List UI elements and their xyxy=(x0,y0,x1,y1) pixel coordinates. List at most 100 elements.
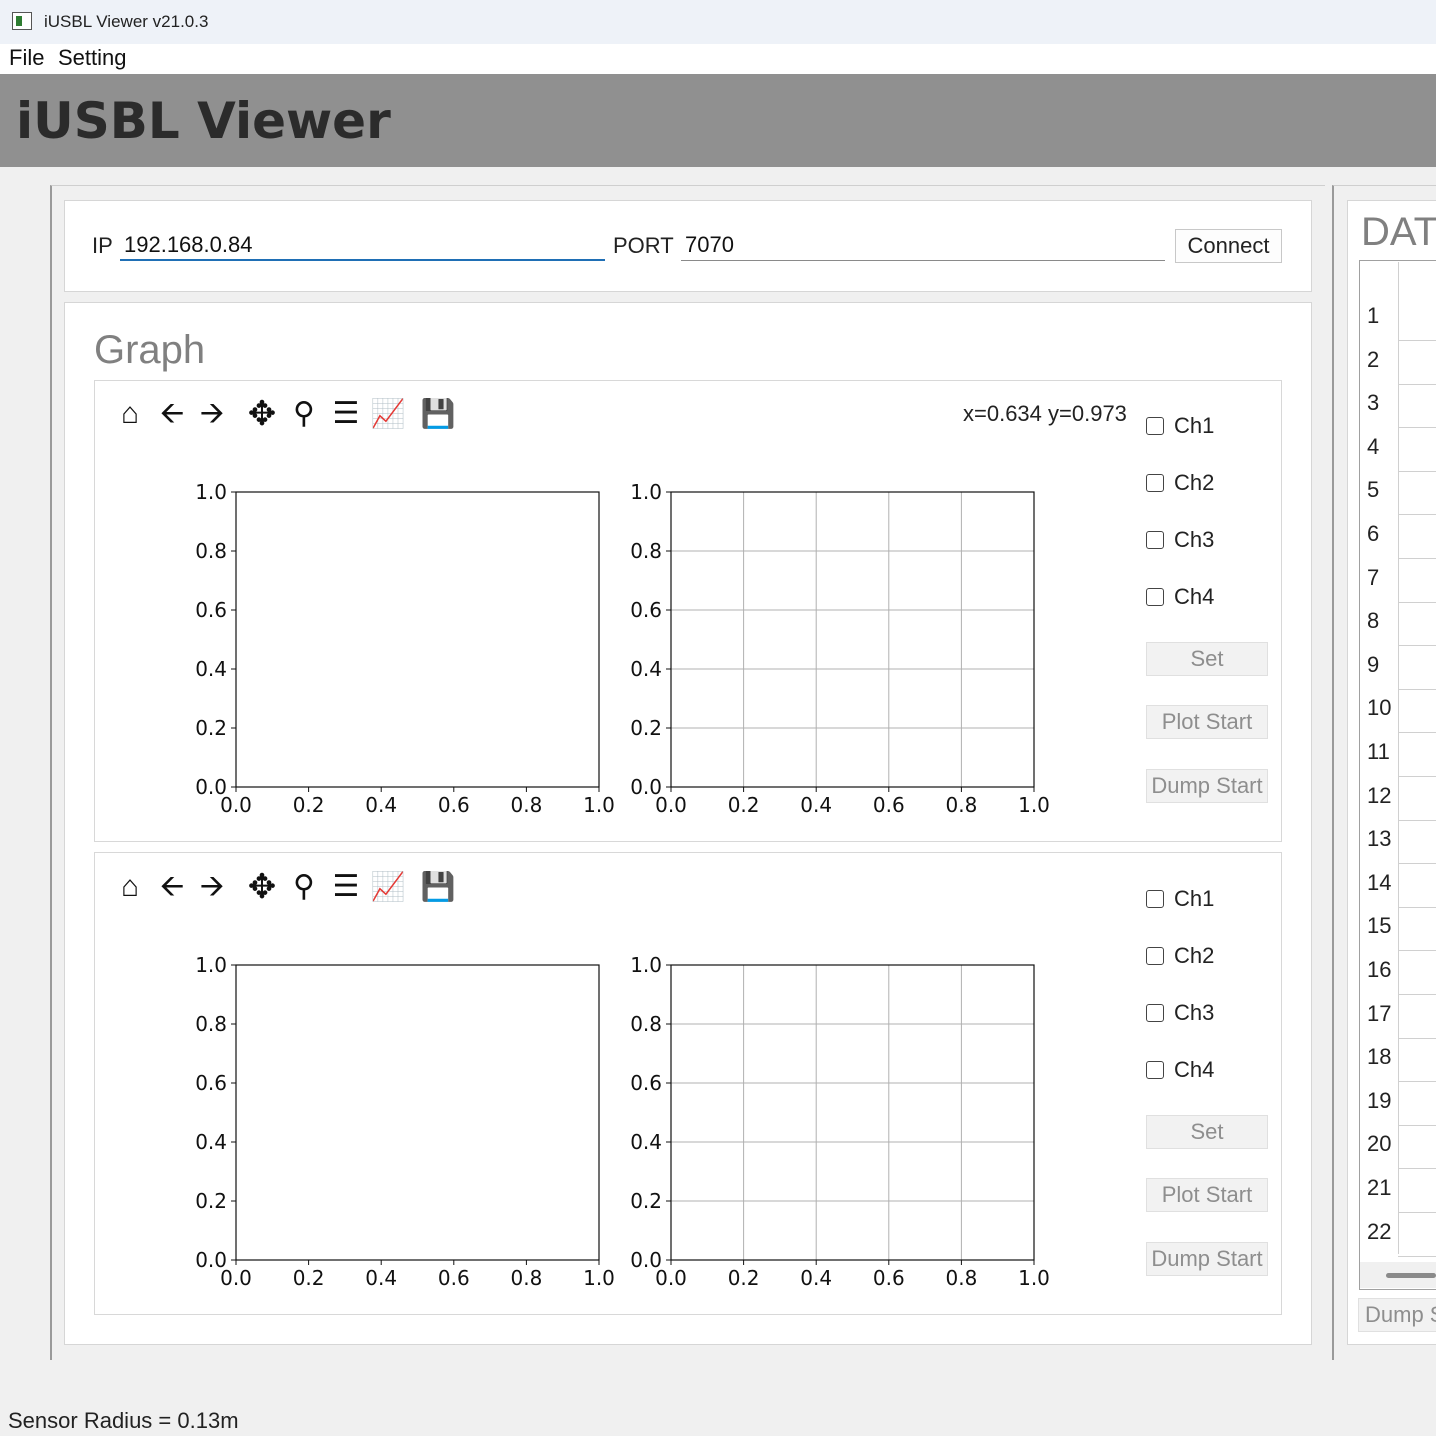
dump-start-button[interactable]: Dump Start xyxy=(1146,1242,1268,1276)
table-row[interactable] xyxy=(1398,732,1436,734)
menu-setting[interactable]: Setting xyxy=(58,45,127,71)
plot-start-button[interactable]: Plot Start xyxy=(1146,705,1268,739)
table-row[interactable] xyxy=(1398,558,1436,559)
table-row-header[interactable]: 16 xyxy=(1367,957,1391,983)
y-tick-label: 0.8 xyxy=(195,1012,227,1036)
table-row[interactable] xyxy=(1398,383,1436,385)
table-row[interactable] xyxy=(1398,1037,1436,1039)
home-icon[interactable]: ⌂ xyxy=(112,869,148,905)
edit-axis-icon[interactable]: 📈 xyxy=(370,396,406,432)
plot-lower-left[interactable]: 0.0 0.2 0.4 0.6 0.8 1.00.00.20.40.60.81.0 xyxy=(180,943,620,1293)
save-icon[interactable]: 💾 xyxy=(420,396,456,432)
menu-file[interactable]: File xyxy=(9,45,44,71)
home-icon[interactable]: ⌂ xyxy=(112,396,148,432)
port-input[interactable]: 7070 xyxy=(681,230,1165,261)
table-row-header[interactable]: 1 xyxy=(1367,303,1379,329)
table-row[interactable] xyxy=(1398,1081,1436,1083)
checkbox-box[interactable] xyxy=(1146,947,1164,965)
table-row[interactable] xyxy=(1398,645,1436,647)
table-row[interactable] xyxy=(1398,470,1436,472)
table-row-header[interactable]: 18 xyxy=(1367,1044,1391,1070)
edit-axis-icon[interactable]: 📈 xyxy=(370,869,406,905)
ip-input[interactable]: 192.168.0.84 xyxy=(120,230,605,261)
table-row-header[interactable]: 21 xyxy=(1367,1175,1391,1201)
checkbox-box[interactable] xyxy=(1146,1004,1164,1022)
plot-area[interactable] xyxy=(671,965,1034,1260)
plot-area[interactable] xyxy=(236,492,599,787)
table-row-header[interactable]: 15 xyxy=(1367,913,1391,939)
checkbox-box[interactable] xyxy=(1146,1061,1164,1079)
y-tick-label: 0.0 xyxy=(195,1248,227,1272)
back-arrow-icon[interactable]: 🡨 xyxy=(154,869,190,905)
plot-upper-left[interactable]: 0.0 0.2 0.4 0.6 0.8 1.00.00.20.40.60.81.0 xyxy=(180,470,620,820)
table-row[interactable] xyxy=(1398,514,1436,516)
dump-start-button[interactable]: Dump Start xyxy=(1146,769,1268,803)
back-arrow-icon[interactable]: 🡨 xyxy=(154,396,190,432)
table-row-header[interactable]: 10 xyxy=(1367,695,1391,721)
table-row[interactable] xyxy=(1398,776,1436,777)
pan-icon[interactable]: ✥ xyxy=(244,869,280,905)
configure-icon[interactable]: ☰ xyxy=(328,396,364,432)
checkbox-label: Ch1 xyxy=(1174,413,1215,438)
y-tick-label: 0.2 xyxy=(630,1189,662,1213)
table-row[interactable] xyxy=(1398,601,1436,603)
table-row-header[interactable]: 17 xyxy=(1367,1001,1391,1027)
table-row-header[interactable]: 22 xyxy=(1367,1219,1391,1245)
set-button[interactable]: Set xyxy=(1146,1115,1268,1149)
table-row[interactable] xyxy=(1398,688,1436,690)
x-tick-label: 0.4 xyxy=(365,793,397,817)
connect-button[interactable]: Connect xyxy=(1175,229,1282,263)
data-dump-button[interactable]: Dump S xyxy=(1358,1298,1436,1332)
plot-area[interactable] xyxy=(236,965,599,1260)
y-tick-label: 0.6 xyxy=(195,1071,227,1095)
checkbox-box[interactable] xyxy=(1146,588,1164,606)
table-row-header[interactable]: 7 xyxy=(1367,565,1379,591)
plot-start-button[interactable]: Plot Start xyxy=(1146,1178,1268,1212)
table-row[interactable] xyxy=(1398,1255,1436,1257)
table-row[interactable] xyxy=(1398,950,1436,952)
table-row-header[interactable]: 8 xyxy=(1367,608,1379,634)
zoom-icon[interactable]: ⚲ xyxy=(286,396,322,432)
table-row-header[interactable]: 6 xyxy=(1367,521,1379,547)
table-row[interactable] xyxy=(1398,906,1436,908)
table-row[interactable] xyxy=(1398,427,1436,429)
table-row-header[interactable]: 11 xyxy=(1367,739,1390,765)
table-row[interactable] xyxy=(1398,1124,1436,1126)
x-tick-label: 0.4 xyxy=(800,793,832,817)
forward-arrow-icon[interactable]: 🡪 xyxy=(194,869,230,905)
table-row-header[interactable]: 9 xyxy=(1367,652,1379,678)
set-button[interactable]: Set xyxy=(1146,642,1268,676)
app-banner-title: iUSBL Viewer xyxy=(16,92,391,150)
save-icon[interactable]: 💾 xyxy=(420,869,456,905)
table-row-header[interactable]: 14 xyxy=(1367,870,1391,896)
configure-icon[interactable]: ☰ xyxy=(328,869,364,905)
checkbox-box[interactable] xyxy=(1146,531,1164,549)
pan-icon[interactable]: ✥ xyxy=(244,396,280,432)
table-row-header[interactable]: 2 xyxy=(1367,347,1379,373)
checkbox-box[interactable] xyxy=(1146,417,1164,435)
plot-area[interactable] xyxy=(671,492,1034,787)
x-tick-label: 0.2 xyxy=(728,793,760,817)
checkbox-box[interactable] xyxy=(1146,890,1164,908)
table-row[interactable] xyxy=(1398,340,1436,341)
scrollbar-thumb[interactable] xyxy=(1386,1273,1436,1278)
table-row[interactable] xyxy=(1398,1212,1436,1213)
table-row[interactable] xyxy=(1398,1168,1436,1170)
table-row-header[interactable]: 19 xyxy=(1367,1088,1391,1114)
table-row[interactable] xyxy=(1398,994,1436,995)
table-row[interactable] xyxy=(1398,863,1436,865)
table-row-header[interactable]: 4 xyxy=(1367,434,1379,460)
table-row-header[interactable]: 20 xyxy=(1367,1131,1391,1157)
plot-lower-right[interactable]: 0.0 0.2 0.4 0.6 0.8 1.00.00.20.40.60.81.0 xyxy=(615,943,1055,1293)
table-row[interactable] xyxy=(1398,819,1436,821)
table-row-header[interactable]: 3 xyxy=(1367,390,1379,416)
y-tick-label: 0.6 xyxy=(195,598,227,622)
plot-upper-right[interactable]: 0.0 0.2 0.4 0.6 0.8 1.00.00.20.40.60.81.0 xyxy=(615,470,1055,820)
table-row-header[interactable]: 12 xyxy=(1367,783,1391,809)
checkbox-label: Ch4 xyxy=(1174,1057,1215,1082)
forward-arrow-icon[interactable]: 🡪 xyxy=(194,396,230,432)
zoom-icon[interactable]: ⚲ xyxy=(286,869,322,905)
table-row-header[interactable]: 13 xyxy=(1367,826,1391,852)
table-row-header[interactable]: 5 xyxy=(1367,477,1379,503)
checkbox-box[interactable] xyxy=(1146,474,1164,492)
